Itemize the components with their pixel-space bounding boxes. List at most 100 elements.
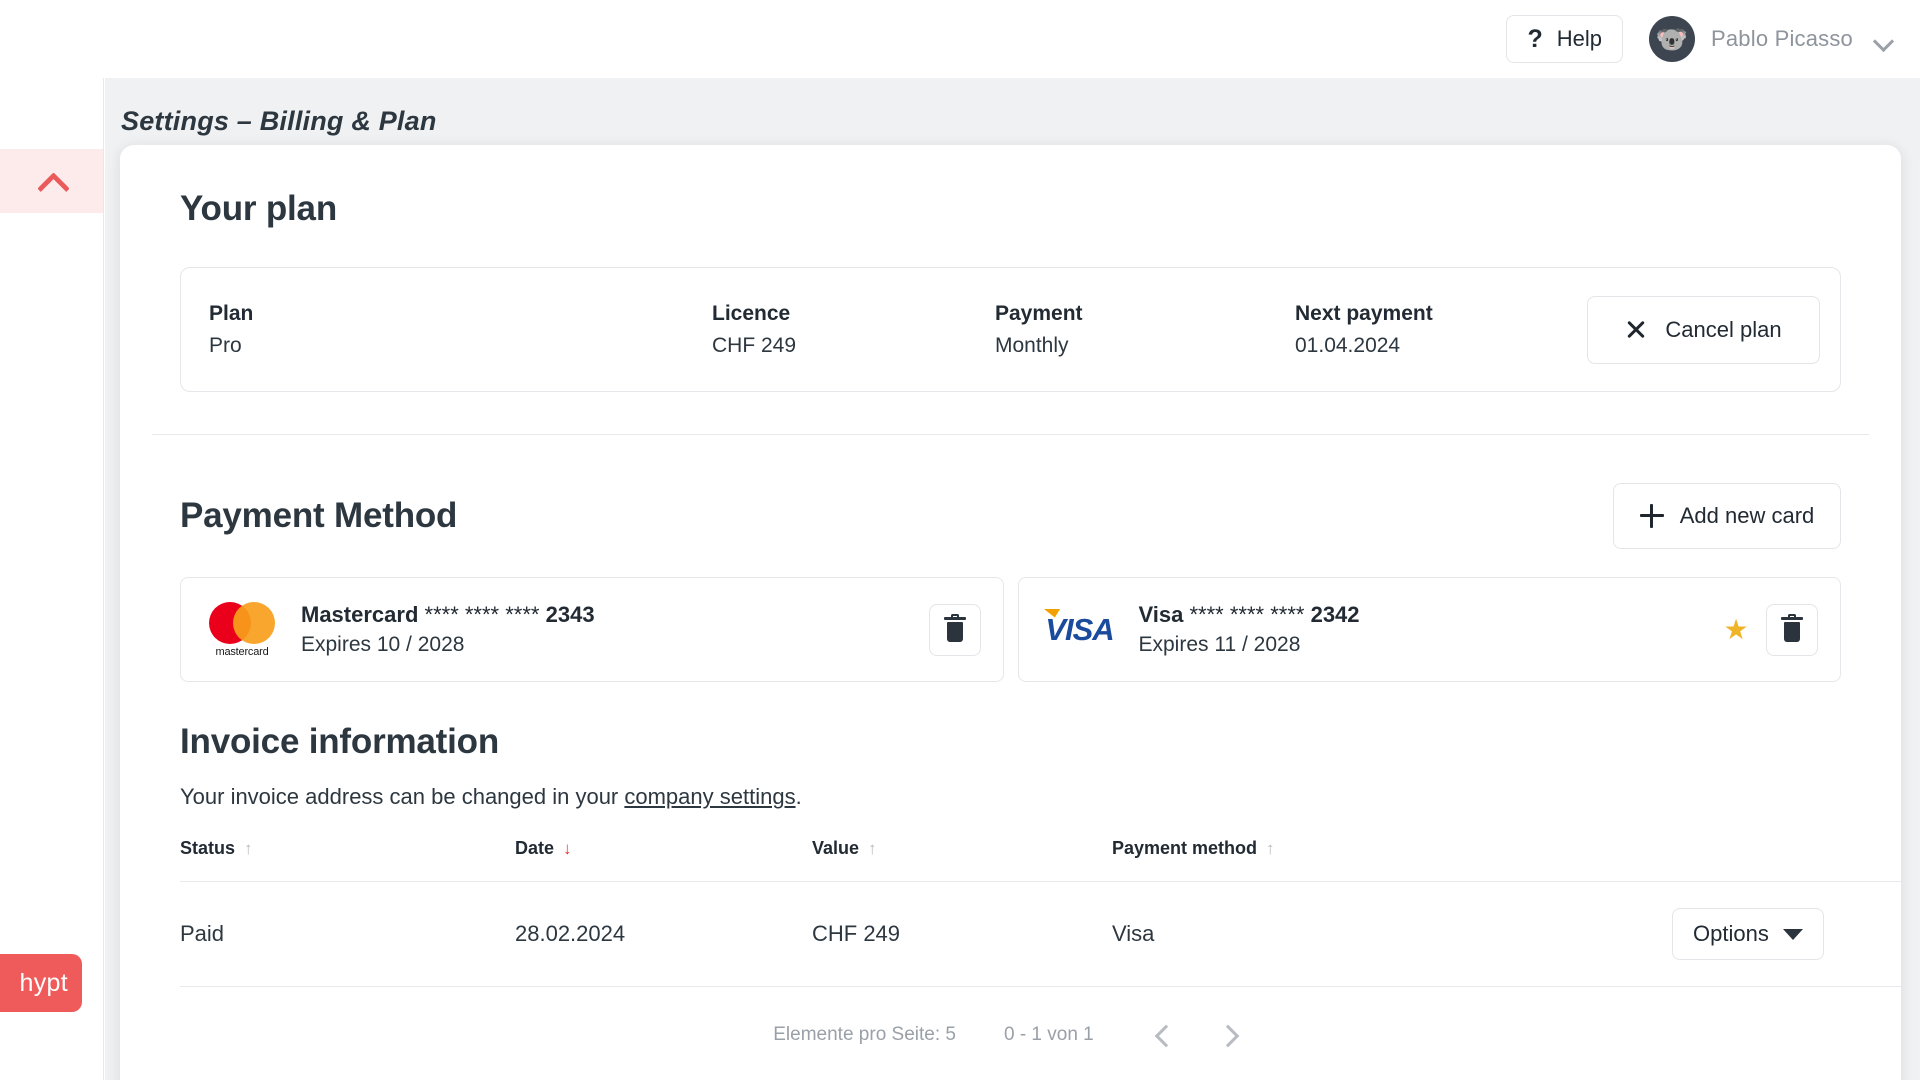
plan-field-next-payment-label: Next payment [1295, 301, 1433, 325]
visa-wordmark: VISA [1045, 611, 1114, 647]
visa-number-line: Visa **** **** **** 2342 [1139, 602, 1360, 628]
help-button[interactable]: ? Help [1506, 15, 1623, 63]
invoice-description-prefix: Your invoice address can be changed in y… [180, 784, 625, 809]
plus-icon [1639, 504, 1664, 528]
mastercard-wordmark: mastercard [215, 645, 269, 658]
items-per-page-label[interactable]: Elemente pro Seite: 5 [773, 1024, 956, 1046]
visa-last4: 2342 [1310, 602, 1360, 627]
delete-mastercard-button[interactable] [928, 604, 981, 656]
payment-card-mastercard[interactable]: mastercard Mastercard **** **** **** 234… [180, 577, 1004, 682]
mastercard-actions [928, 604, 981, 656]
add-new-card-label: Add new card [1679, 503, 1815, 528]
chevron-down-icon [1782, 928, 1803, 940]
visa-details: Visa **** **** **** 2342 Expires 11 / 20… [1139, 602, 1360, 657]
chevron-up-icon [37, 172, 67, 190]
plan-field-licence-label: Licence [712, 301, 791, 325]
plan-field-licence-value: CHF 249 [712, 333, 797, 357]
page-title: Settings – Billing & Plan [121, 106, 437, 136]
column-header-date[interactable]: Date ↓ [515, 838, 812, 882]
payment-method-heading: Payment Method [180, 496, 458, 535]
payment-cards-list: mastercard Mastercard **** **** **** 234… [180, 577, 1841, 682]
mastercard-details: Mastercard **** **** **** 2343 Expires 1… [301, 602, 595, 657]
main-content: Settings – Billing & Plan Your plan Plan… [105, 78, 1920, 1080]
mastercard-brand: Mastercard [301, 602, 419, 627]
mastercard-expiry: Expires 10 / 2028 [301, 633, 465, 656]
chevron-left-icon [1154, 1027, 1170, 1043]
plan-field-payment-value: Monthly [995, 333, 1069, 357]
sort-asc-icon: ↑ [244, 839, 253, 858]
cell-value: CHF 249 [812, 881, 1112, 987]
billing-card: Your plan Plan Pro Licence CHF 249 Payme… [120, 145, 1901, 1080]
sort-desc-icon: ↓ [563, 839, 572, 858]
brand-badge[interactable]: hypt [0, 954, 82, 1012]
mastercard-circles-icon [209, 601, 275, 644]
visa-brand: Visa [1138, 602, 1184, 627]
invoice-description-suffix: . [795, 784, 802, 809]
column-header-payment-method-label: Payment method [1112, 838, 1258, 858]
options-button-label: Options [1693, 921, 1769, 946]
pagination: Elemente pro Seite: 5 0 - 1 von 1 [150, 1015, 1871, 1055]
cell-actions: Options [1672, 881, 1901, 987]
invoice-table-header-row: Status ↑ Date ↓ Value ↑ Payment method ↑ [180, 838, 1901, 882]
cancel-plan-label: Cancel plan [1665, 317, 1782, 342]
question-mark-icon: ? [1527, 24, 1543, 53]
mastercard-number-line: Mastercard **** **** **** 2343 [301, 602, 595, 628]
avatar-emoji: 🐨 [1655, 24, 1689, 54]
invoice-table: Status ↑ Date ↓ Value ↑ Payment method ↑… [180, 838, 1901, 987]
column-header-date-label: Date [515, 838, 555, 858]
visa-expiry: Expires 11 / 2028 [1138, 633, 1301, 656]
add-new-card-button[interactable]: Add new card [1613, 483, 1841, 549]
column-header-actions [1672, 838, 1901, 882]
trash-icon [1781, 614, 1803, 643]
divider-plan [152, 434, 1869, 435]
pagination-range-label: 0 - 1 von 1 [1003, 1024, 1094, 1045]
trash-icon [943, 614, 966, 643]
mastercard-last4: 2343 [545, 602, 595, 627]
plan-summary-box: Plan Pro Licence CHF 249 Payment Monthly… [180, 267, 1841, 392]
star-icon[interactable]: ★ [1716, 610, 1756, 650]
chevron-down-icon[interactable] [1875, 34, 1894, 45]
your-plan-heading: Your plan [180, 189, 337, 228]
visa-actions: ★ [1716, 604, 1818, 656]
chevron-right-icon [1220, 1027, 1236, 1043]
table-row[interactable]: Paid 28.02.2024 CHF 249 Visa Options [180, 881, 1901, 987]
payment-card-visa[interactable]: VISA Visa **** **** **** 2342 Expires 11… [1017, 577, 1841, 682]
user-menu[interactable]: 🐨 Pablo Picasso [1648, 16, 1894, 62]
plan-field-plan-label: Plan [209, 301, 254, 325]
invoice-information-heading: Invoice information [180, 722, 500, 761]
plan-field-next-payment-value: 01.04.2024 [1295, 333, 1401, 357]
sort-asc-icon: ↑ [868, 839, 877, 858]
plan-field-next-payment: Next payment 01.04.2024 [1295, 302, 1595, 358]
previous-page-button[interactable] [1142, 1015, 1182, 1055]
sidebar: hypt [0, 78, 104, 1080]
column-header-value-label: Value [812, 838, 860, 858]
plan-field-payment-label: Payment [995, 301, 1083, 325]
visa-masked: **** **** **** [1189, 602, 1305, 627]
user-name: Pablo Picasso [1710, 26, 1853, 51]
avatar: 🐨 [1648, 16, 1695, 62]
column-header-value[interactable]: Value ↑ [812, 838, 1112, 882]
column-header-status[interactable]: Status ↑ [180, 838, 515, 882]
column-header-status-label: Status [180, 838, 236, 858]
column-header-payment-method[interactable]: Payment method ↑ [1112, 838, 1672, 882]
plan-field-licence: Licence CHF 249 [712, 302, 995, 358]
sort-asc-icon: ↑ [1266, 839, 1275, 858]
cancel-plan-button[interactable]: Cancel plan [1587, 296, 1820, 364]
mastercard-logo: mastercard [205, 601, 279, 658]
next-page-button[interactable] [1208, 1015, 1248, 1055]
invoice-description: Your invoice address can be changed in y… [180, 784, 1841, 810]
cell-date: 28.02.2024 [515, 881, 812, 987]
brand-badge-label: hypt [19, 968, 68, 997]
delete-visa-button[interactable] [1766, 604, 1818, 656]
plan-field-payment: Payment Monthly [995, 302, 1295, 358]
options-button[interactable]: Options [1672, 908, 1824, 960]
invoice-header: Invoice information [180, 722, 1841, 762]
plan-field-plan: Plan Pro [209, 302, 712, 358]
top-header: ? Help 🐨 Pablo Picasso [0, 0, 1920, 78]
cell-payment-method: Visa [1112, 881, 1672, 987]
plan-field-plan-value: Pro [209, 333, 242, 357]
sidebar-item-active[interactable] [0, 149, 103, 213]
payment-method-header: Payment Method Add new card [180, 481, 1841, 551]
visa-logo: VISA [1043, 612, 1117, 648]
company-settings-link[interactable]: company settings [624, 784, 795, 809]
